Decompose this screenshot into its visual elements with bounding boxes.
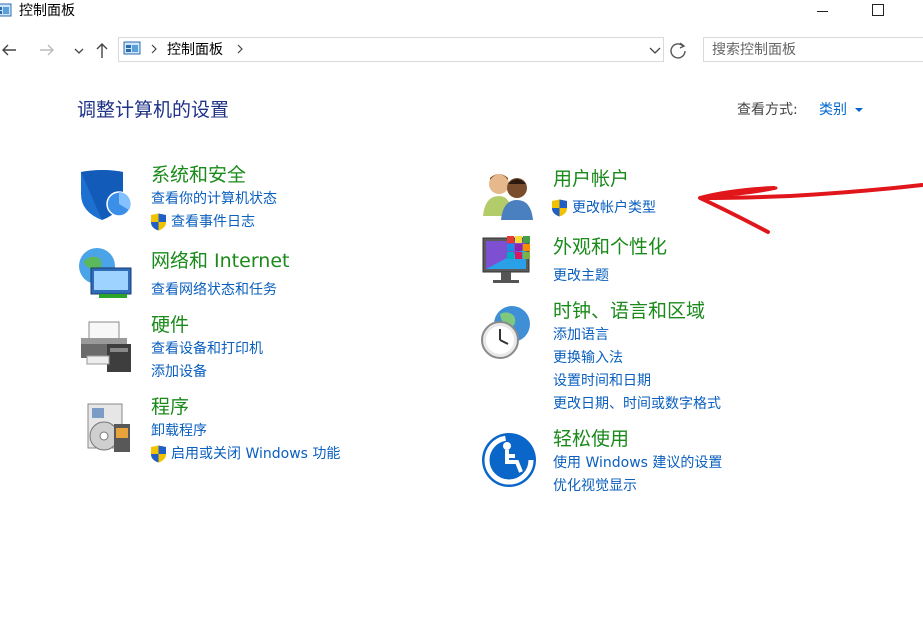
category-system-security-title[interactable]: 系统和安全	[151, 163, 246, 187]
link-uninstall-program[interactable]: 卸载程序	[151, 422, 207, 440]
category-ease-of-access-title[interactable]: 轻松使用	[553, 427, 629, 451]
title-bar: 控制面板	[0, 0, 923, 28]
link-add-device[interactable]: 添加设备	[151, 363, 207, 381]
category-hardware-title[interactable]: 硬件	[151, 313, 189, 337]
link-change-date-time-format[interactable]: 更改日期、时间或数字格式	[553, 395, 721, 413]
ease-of-access-icon[interactable]	[481, 432, 537, 488]
annotation-arrow-icon	[698, 183, 923, 234]
system-security-shield-icon[interactable]	[77, 166, 133, 222]
address-bar[interactable]: 控制面板	[118, 37, 664, 62]
view-by-label: 查看方式:	[737, 102, 798, 118]
breadcrumb-control-panel[interactable]: 控制面板	[167, 41, 223, 59]
link-change-theme[interactable]: 更改主题	[553, 267, 609, 285]
category-programs-title[interactable]: 程序	[151, 395, 189, 419]
link-devices-printers[interactable]: 查看设备和打印机	[151, 340, 263, 358]
address-dropdown-chevron-icon[interactable]	[648, 43, 662, 57]
control-panel-icon	[0, 3, 12, 17]
breadcrumb-chevron-icon[interactable]	[149, 42, 159, 56]
link-set-date-time[interactable]: 设置时间和日期	[553, 372, 651, 390]
search-input[interactable]: 搜索控制面板	[703, 37, 923, 62]
link-optimize-visual-display[interactable]: 优化视觉显示	[553, 477, 637, 495]
link-view-computer-status[interactable]: 查看你的计算机状态	[151, 190, 277, 208]
maximize-button[interactable]	[855, 0, 901, 24]
category-clock-language-region-title[interactable]: 时钟、语言和区域	[553, 299, 705, 323]
uac-shield-icon	[151, 213, 166, 231]
category-user-accounts-title[interactable]: 用户帐户	[553, 167, 629, 191]
view-by-dropdown[interactable]: 类别	[819, 101, 847, 119]
refresh-icon[interactable]	[667, 39, 689, 61]
link-recommended-settings[interactable]: 使用 Windows 建议的设置	[553, 454, 722, 472]
programs-icon[interactable]	[80, 400, 136, 456]
control-panel-icon	[123, 41, 141, 55]
link-change-input-method[interactable]: 更换输入法	[553, 349, 623, 367]
search-placeholder: 搜索控制面板	[712, 42, 796, 58]
breadcrumb-chevron-icon[interactable]	[235, 42, 245, 56]
category-appearance-title[interactable]: 外观和个性化	[553, 235, 667, 259]
uac-shield-icon	[552, 199, 567, 217]
forward-arrow-icon[interactable]	[38, 40, 56, 60]
up-arrow-icon[interactable]	[93, 40, 111, 60]
category-network-internet-title[interactable]: 网络和 Internet	[151, 249, 289, 273]
view-by-caret-icon[interactable]	[855, 108, 863, 112]
link-view-event-logs[interactable]: 查看事件日志	[171, 213, 255, 231]
link-change-account-type[interactable]: 更改帐户类型	[572, 199, 656, 217]
hardware-printer-icon[interactable]	[77, 318, 133, 374]
user-accounts-icon[interactable]	[481, 166, 537, 222]
link-windows-features[interactable]: 启用或关闭 Windows 功能	[171, 445, 340, 463]
appearance-personalization-icon[interactable]	[481, 234, 537, 290]
link-add-language[interactable]: 添加语言	[553, 326, 609, 344]
window-title: 控制面板	[19, 3, 75, 19]
link-view-network-status[interactable]: 查看网络状态和任务	[151, 281, 277, 299]
back-arrow-icon[interactable]	[0, 40, 18, 60]
page-title: 调整计算机的设置	[77, 99, 230, 121]
uac-shield-icon	[151, 445, 166, 463]
minimize-button[interactable]	[800, 0, 846, 24]
clock-language-region-icon[interactable]	[478, 304, 534, 360]
network-internet-icon[interactable]	[77, 246, 133, 302]
recent-locations-chevron-icon[interactable]	[70, 40, 88, 60]
